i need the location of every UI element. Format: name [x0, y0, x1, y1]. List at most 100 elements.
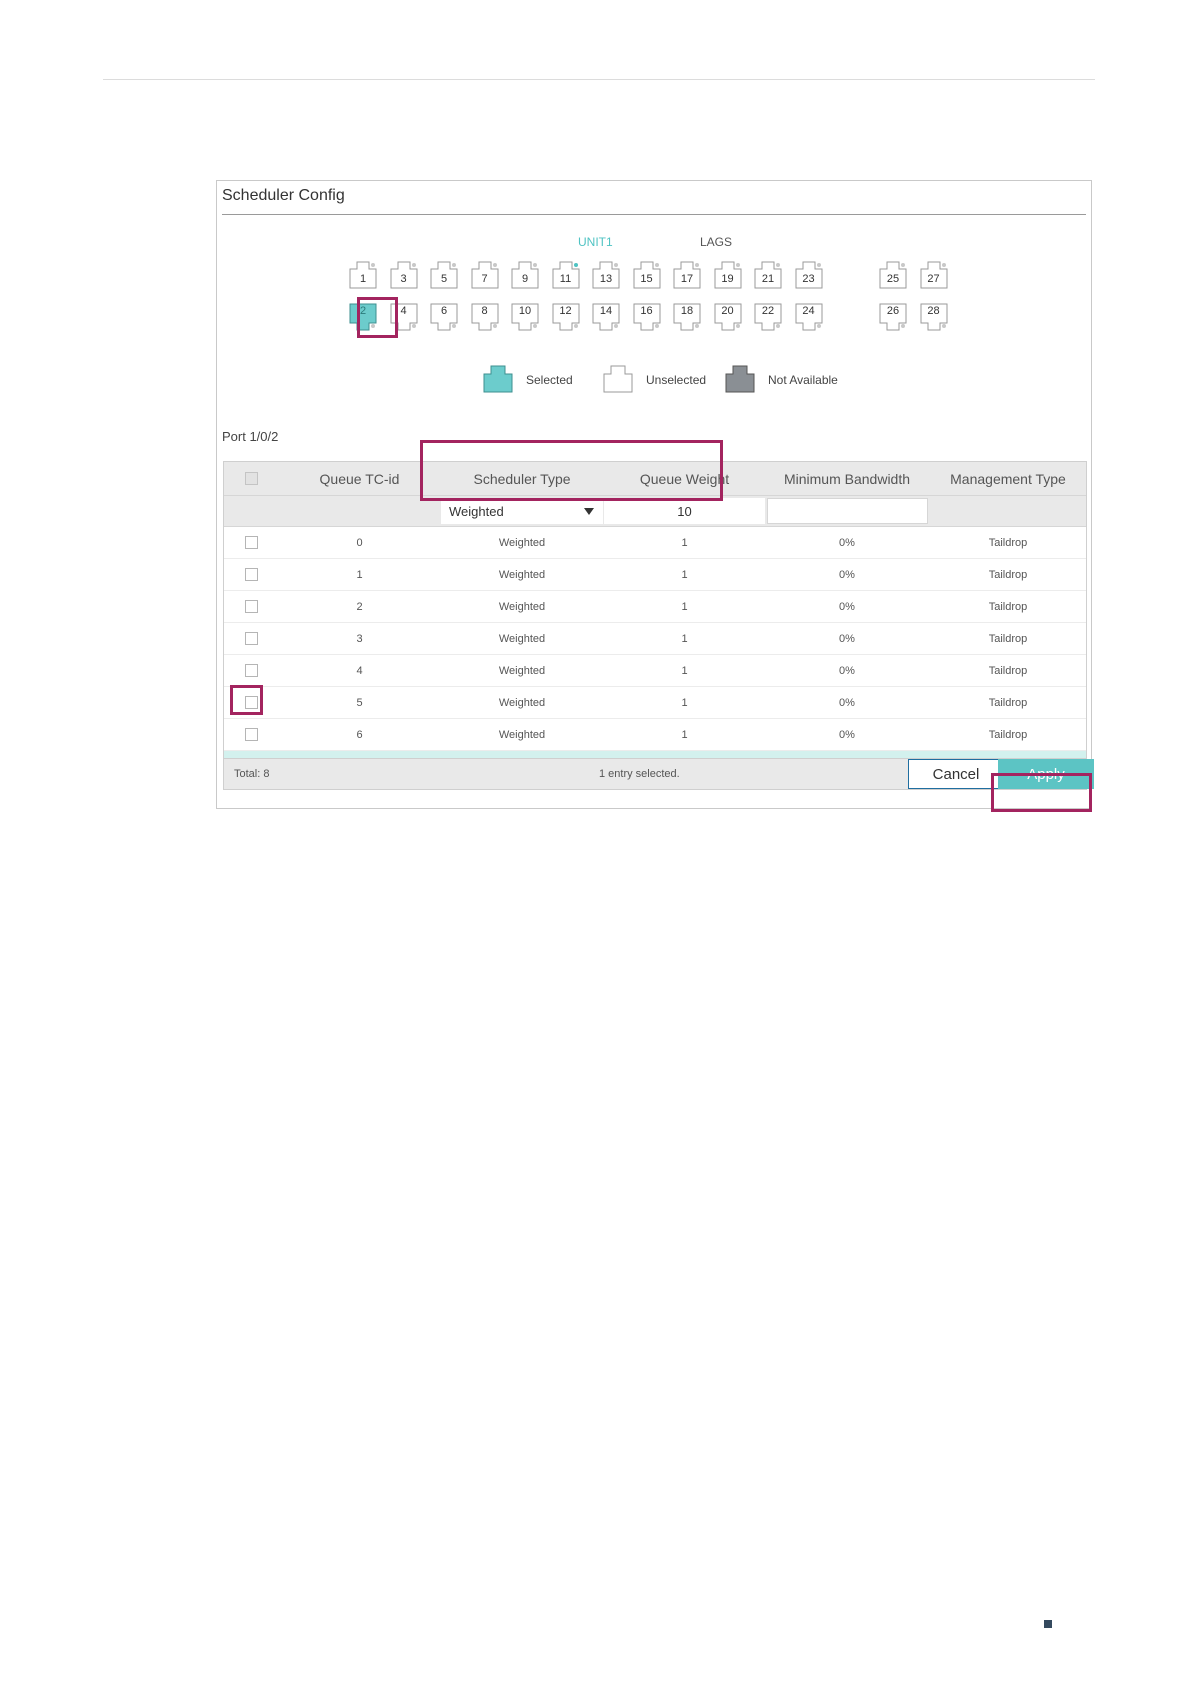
port-11[interactable]: 11: [552, 261, 580, 289]
minimum-bandwidth-input[interactable]: [767, 498, 928, 524]
row-checkbox[interactable]: [244, 728, 258, 741]
port-5[interactable]: 5: [430, 261, 458, 289]
cell-queue-weight: 1: [681, 696, 688, 709]
table-row[interactable]: 2 Weighted 1 0% Taildrop: [224, 591, 1086, 623]
cell-queue-weight: 1: [681, 536, 688, 549]
port-14[interactable]: 14: [592, 303, 620, 331]
row-checkbox[interactable]: [244, 600, 258, 613]
row-checkbox[interactable]: [244, 664, 258, 677]
table-row[interactable]: 6 Weighted 1 0% Taildrop: [224, 719, 1086, 751]
header-management-type: Management Type: [950, 470, 1066, 487]
cell-queue-tc-id: 0: [356, 536, 363, 549]
cell-scheduler-type: Weighted: [498, 664, 546, 677]
select-all-checkbox[interactable]: [244, 472, 258, 485]
port-number: 5: [440, 273, 448, 285]
port-number: 4: [400, 305, 407, 317]
port-23[interactable]: 23: [795, 261, 823, 289]
row-checkbox[interactable]: [244, 568, 258, 581]
port-number: 17: [680, 273, 694, 285]
scheduler-type-select[interactable]: Weighted: [441, 498, 603, 524]
port-19[interactable]: 19: [714, 261, 742, 289]
not-available-port-icon: [725, 365, 755, 393]
cell-minimum-bandwidth: 0%: [839, 632, 855, 645]
port-number: 8: [481, 305, 488, 317]
port-6[interactable]: 6: [430, 303, 458, 331]
port-number: 24: [802, 305, 815, 317]
selected-port-icon: [483, 365, 513, 393]
cell-scheduler-type: Weighted: [498, 568, 546, 581]
port-4[interactable]: 4: [390, 303, 418, 331]
header-queue-tc-id: Queue TC-id: [319, 470, 400, 487]
port-number: 27: [927, 273, 940, 285]
cell-management-type: Taildrop: [988, 536, 1028, 549]
cell-management-type: Taildrop: [988, 600, 1028, 613]
port-26[interactable]: 26: [879, 303, 907, 331]
cell-scheduler-type: Weighted: [498, 536, 546, 549]
port-22[interactable]: 22: [754, 303, 782, 331]
port-number: 12: [559, 305, 572, 317]
port-8[interactable]: 8: [471, 303, 499, 331]
port-15[interactable]: 15: [633, 261, 661, 289]
cell-queue-weight: 1: [681, 568, 688, 581]
port-17[interactable]: 17: [673, 261, 701, 289]
legend-not-available-label: Not Available: [768, 373, 838, 387]
cell-queue-tc-id: 5: [356, 696, 363, 709]
cell-minimum-bandwidth: 0%: [839, 728, 855, 741]
port-3[interactable]: 3: [390, 261, 418, 289]
cell-scheduler-type: Weighted: [498, 600, 546, 613]
port-1[interactable]: 1: [349, 261, 377, 289]
port-7[interactable]: 7: [471, 261, 499, 289]
port-13[interactable]: 13: [592, 261, 620, 289]
table-row[interactable]: 4 Weighted 1 0% Taildrop: [224, 655, 1086, 687]
queue-weight-input[interactable]: 10: [604, 498, 765, 524]
port-number: 25: [886, 273, 900, 285]
port-number: 16: [640, 305, 653, 317]
port-number: 10: [518, 305, 532, 317]
table-row[interactable]: 5 Weighted 1 0% Taildrop: [224, 687, 1086, 719]
cell-management-type: Taildrop: [988, 728, 1028, 741]
port-25[interactable]: 25: [879, 261, 907, 289]
cancel-button[interactable]: Cancel: [908, 759, 1004, 789]
port-number: 9: [521, 273, 529, 285]
table-footer: Total: 8 1 entry selected. Cancel Apply: [223, 758, 1094, 790]
port-28[interactable]: 28: [920, 303, 948, 331]
row-checkbox[interactable]: [244, 632, 258, 645]
dropdown-arrow-icon: [584, 508, 594, 515]
port-2[interactable]: 2: [349, 303, 377, 331]
cell-scheduler-type: Weighted: [498, 728, 546, 741]
cell-queue-tc-id: 1: [356, 568, 363, 581]
port-9[interactable]: 9: [511, 261, 539, 289]
lags-group-label: LAGS: [700, 235, 733, 249]
port-number: 18: [680, 305, 694, 317]
current-port-label: Port 1/0/2: [222, 429, 279, 444]
row-checkbox[interactable]: [244, 536, 258, 549]
port-24[interactable]: 24: [795, 303, 823, 331]
table-row[interactable]: 1 Weighted 1 0% Taildrop: [224, 559, 1086, 591]
port-10[interactable]: 10: [511, 303, 539, 331]
port-number: 20: [721, 305, 734, 317]
cell-minimum-bandwidth: 0%: [839, 696, 855, 709]
port-number: 11: [559, 273, 572, 285]
header-scheduler-type: Scheduler Type: [473, 470, 571, 487]
port-number: 19: [721, 273, 734, 285]
port-21[interactable]: 21: [754, 261, 782, 289]
cell-scheduler-type: Weighted: [498, 632, 546, 645]
cell-management-type: Taildrop: [988, 568, 1028, 581]
table-header-row: Queue TC-id Scheduler Type Queue Weight …: [224, 462, 1086, 496]
table-row[interactable]: 3 Weighted 1 0% Taildrop: [224, 623, 1086, 655]
port-20[interactable]: 20: [714, 303, 742, 331]
panel-title: Scheduler Config: [222, 187, 345, 204]
port-16[interactable]: 16: [633, 303, 661, 331]
cell-queue-tc-id: 2: [356, 600, 363, 613]
row-checkbox[interactable]: [244, 696, 258, 709]
header-queue-weight: Queue Weight: [639, 470, 730, 487]
table-row[interactable]: 0 Weighted 1 0% Taildrop: [224, 527, 1086, 559]
port-12[interactable]: 12: [552, 303, 580, 331]
cell-queue-weight: 1: [681, 600, 688, 613]
port-18[interactable]: 18: [673, 303, 701, 331]
unselected-port-icon: [603, 365, 633, 393]
table-edit-row: Weighted 10: [224, 496, 1086, 527]
header-minimum-bandwidth: Minimum Bandwidth: [783, 470, 911, 487]
port-27[interactable]: 27: [920, 261, 948, 289]
apply-button[interactable]: Apply: [998, 759, 1094, 789]
